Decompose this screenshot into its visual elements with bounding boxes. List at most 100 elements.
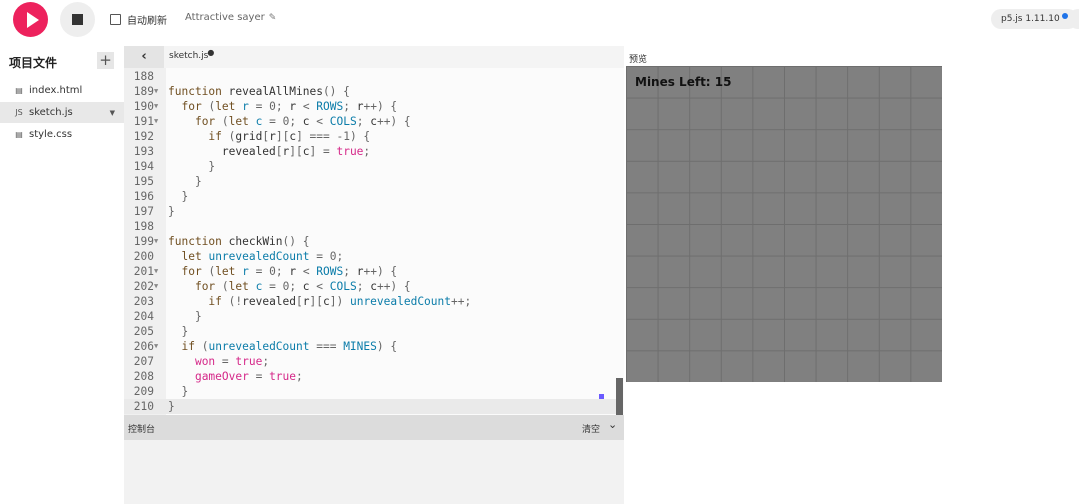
code-line[interactable]: 209 } — [124, 384, 616, 399]
editor-scrollbar[interactable] — [616, 378, 623, 415]
file-item-index-html[interactable]: ▤ index.html — [0, 80, 124, 101]
stop-button[interactable] — [60, 2, 95, 37]
code-line[interactable]: 195 } — [124, 174, 616, 189]
code-line[interactable]: 196 } — [124, 189, 616, 204]
play-icon — [26, 11, 39, 28]
line-code: gameOver = true; — [194, 369, 303, 383]
fold-toggle-icon[interactable]: ▼ — [154, 234, 162, 249]
line-number: 195 — [133, 174, 154, 188]
autorefresh-checkbox[interactable] — [110, 14, 121, 25]
line-number: 194 — [133, 159, 154, 173]
autorefresh-label: 自动刷新 — [127, 16, 167, 27]
line-number: 210 — [133, 399, 154, 413]
console-title: 控制台 — [128, 425, 156, 435]
fold-toggle-icon[interactable]: ▼ — [154, 264, 162, 279]
file-name: sketch.js — [29, 107, 73, 118]
autorefresh-toggle[interactable]: 自动刷新 — [110, 12, 167, 27]
line-number: 199 — [133, 234, 154, 248]
line-number: 204 — [133, 309, 154, 323]
line-code: if (grid[r][c] === -1) { — [208, 129, 371, 143]
code-line[interactable]: 201 ▼ for (let r = 0; r < ROWS; r++) { — [124, 264, 616, 279]
code-line[interactable]: 202 ▼ for (let c = 0; c < COLS; c++) { — [124, 279, 616, 294]
sidebar-title: 项目文件 — [9, 56, 58, 70]
code-line[interactable]: 193 revealed[r][c] = true; — [124, 144, 616, 159]
code-line[interactable]: 190 ▼ for (let r = 0; r < ROWS; r++) { — [124, 99, 616, 114]
line-number: 192 — [133, 129, 154, 143]
fold-toggle-icon[interactable]: ▼ — [154, 99, 162, 114]
fold-toggle-icon[interactable]: ▼ — [154, 114, 162, 129]
code-line[interactable]: 210} — [124, 398, 616, 414]
line-number: 205 — [133, 324, 154, 338]
console-clear-button[interactable]: 清空 — [582, 422, 600, 435]
line-number: 198 — [133, 219, 154, 233]
code-line[interactable]: 192 if (grid[r][c] === -1) { — [124, 129, 616, 144]
line-code: } — [168, 324, 189, 338]
chevron-down-icon[interactable]: ⌄ — [608, 418, 617, 431]
file-sidebar: 项目文件 + ▤ index.html JS sketch.js ▼ ▤ sty… — [0, 46, 124, 504]
code-line[interactable]: 199 ▼ function checkWin() { — [124, 234, 616, 249]
file-item-sketch-js[interactable]: JS sketch.js ▼ — [0, 102, 124, 123]
line-number: 196 — [133, 189, 154, 203]
line-code: } — [168, 399, 175, 413]
line-code: } — [168, 189, 189, 203]
update-dot-icon — [1061, 13, 1068, 19]
line-number: 191 — [133, 114, 154, 128]
line-number: 209 — [133, 384, 154, 398]
editor-tab-label: sketch.js — [169, 51, 209, 61]
fold-toggle-icon[interactable]: ▼ — [154, 84, 162, 99]
line-code: } — [168, 309, 202, 323]
file-options-caret-icon[interactable]: ▼ — [110, 109, 115, 117]
file-name: style.css — [29, 129, 73, 140]
code-line[interactable]: 200 let unrevealedCount = 0; — [124, 249, 616, 264]
line-number: 193 — [133, 144, 154, 158]
code-line[interactable]: 208 gameOver = true; — [124, 369, 616, 384]
code-line[interactable]: 206 ▼ if (unrevealedCount === MINES) { — [124, 339, 616, 354]
code-line[interactable]: 207 won = true; — [124, 354, 616, 369]
line-number: 189 — [133, 84, 154, 98]
console-header: 控制台 清空 ⌄ — [124, 415, 624, 440]
code-line[interactable]: 191 ▼ for (let c = 0; c < COLS; c++) { — [124, 114, 616, 129]
code-line[interactable]: 189 ▼ function revealAllMines() { — [124, 84, 616, 99]
file-icon: ▤ — [15, 130, 23, 139]
editor-tab[interactable]: sketch.js ● — [169, 48, 214, 61]
line-code: for (let c = 0; c < COLS; c++) { — [194, 114, 411, 128]
stop-icon — [72, 14, 83, 25]
sketch-canvas[interactable]: Mines Left: 15 — [626, 66, 942, 382]
cursor-marker — [599, 394, 604, 399]
sketch-name[interactable]: Attractive sayer ✎ — [185, 12, 276, 23]
line-number: 206 — [133, 339, 154, 353]
line-code: function revealAllMines() { — [168, 84, 350, 98]
line-code: } — [168, 159, 216, 173]
line-code: for (let c = 0; c < COLS; c++) { — [194, 279, 411, 293]
js-file-icon: JS — [15, 108, 23, 117]
line-code: function checkWin() { — [168, 234, 310, 248]
line-code: for (let r = 0; r < ROWS; r++) { — [181, 264, 398, 278]
code-line[interactable]: 194 } — [124, 159, 616, 174]
line-number: 202 — [133, 279, 154, 293]
code-line[interactable]: 203 if (!revealed[r][c]) unrevealedCount… — [124, 294, 616, 309]
line-code: won = true; — [194, 354, 270, 368]
line-number: 197 — [133, 204, 154, 218]
code-line[interactable]: 188 — [124, 69, 616, 84]
sketch-name-label: Attractive sayer — [185, 12, 265, 23]
line-number: 190 — [133, 99, 154, 113]
fold-toggle-icon[interactable]: ▼ — [154, 339, 162, 354]
code-editor[interactable]: 188 189 ▼ function revealAllMines() {190 ▼ f… — [124, 68, 624, 415]
file-item-style-css[interactable]: ▤ style.css — [0, 124, 124, 145]
code-line[interactable]: 197} — [124, 204, 616, 219]
line-code: } — [168, 384, 189, 398]
line-code: } — [168, 204, 175, 218]
file-icon: ▤ — [15, 86, 23, 95]
code-line[interactable]: 198 — [124, 219, 616, 234]
add-file-button[interactable]: + — [97, 52, 114, 69]
play-button[interactable] — [13, 2, 48, 37]
code-line[interactable]: 204 } — [124, 309, 616, 324]
code-line[interactable]: 205 } — [124, 324, 616, 339]
fold-toggle-icon[interactable]: ▼ — [154, 279, 162, 294]
version-badge[interactable]: p5.js 1.11.10 — [991, 9, 1078, 29]
pencil-icon[interactable]: ✎ — [269, 13, 277, 23]
line-number: 200 — [133, 249, 154, 263]
preview-label: 预览 — [629, 55, 648, 65]
top-toolbar: 自动刷新 Attractive sayer ✎ p5.js 1.11.10 — [0, 0, 1079, 40]
collapse-sidebar-button[interactable]: ‹ — [124, 46, 164, 68]
